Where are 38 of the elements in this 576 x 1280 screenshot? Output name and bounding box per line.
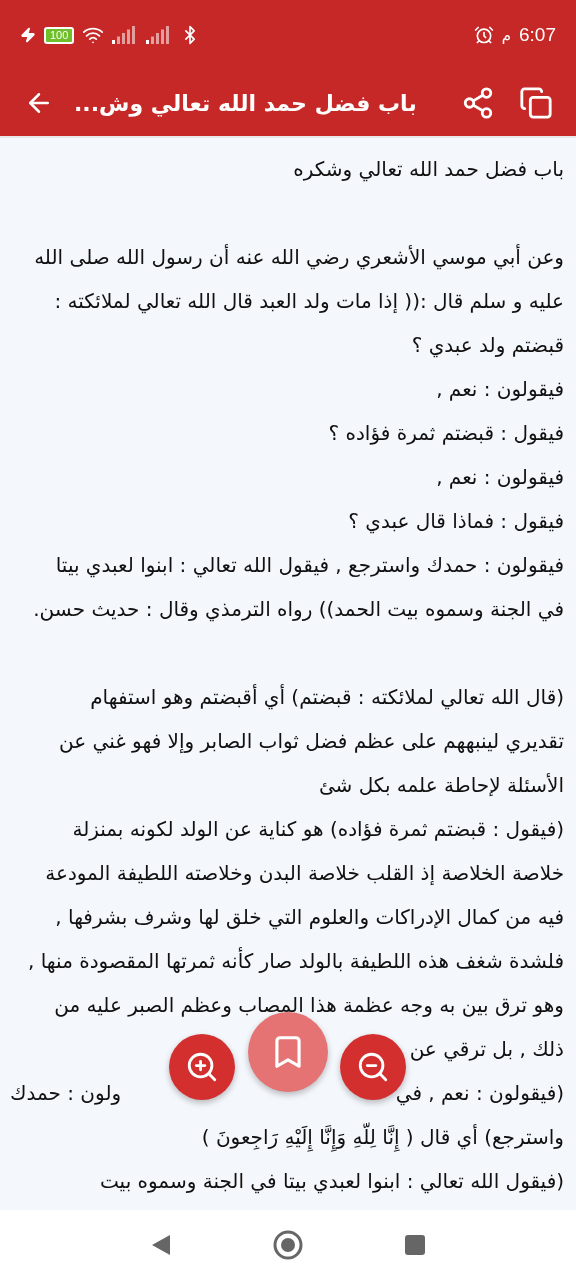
- text-line: فيقولون : نعم ,: [436, 465, 564, 489]
- text-line: فيه من كمال الإدراكات والعلوم التي خلق لها وشرف بشرفها ,: [55, 905, 564, 929]
- copy-icon: [518, 86, 553, 120]
- zoom-out-icon: [356, 1050, 390, 1084]
- text-line: فيقول : قبضتم ثمرة فؤاده ؟: [328, 421, 564, 445]
- text-line: باب فضل حمد الله تعالي وشكره: [293, 157, 564, 181]
- text-line: فيقولون : نعم ,: [436, 377, 564, 401]
- text-line: وعن أبي موسي الأشعري رضي الله عنه أن رسول الله صلى الله: [34, 245, 564, 269]
- zoom-in-icon: [185, 1050, 219, 1084]
- square-icon: [404, 1234, 426, 1256]
- clock-time: 6:07: [519, 24, 556, 46]
- text-line: فلشدة شغف هذه اللطيفة بالولد صار كأنه ثمرتها المقصودة منها ,: [28, 949, 564, 973]
- text-line: عليه و سلم قال :(( إذا مات ولد العبد قال الله تعالي لملائكته :: [54, 289, 564, 313]
- text-line: قبضتم ولد عبدي ؟: [411, 333, 564, 357]
- text-line: تقديري لينبههم على عظم فضل ثواب الصابر وإلا فهو غني عن: [59, 729, 564, 753]
- text-line: فيقول : فماذا قال عبدي ؟: [348, 509, 564, 533]
- text-line: (قال الله تعالي لملائكته : قبضتم) أي أقبضتم وهو استفهام: [90, 685, 564, 709]
- charging-icon: [20, 27, 36, 43]
- text-line: ذلك , بل ترقي عن: [409, 1037, 564, 1061]
- text-line: (فيقول : قبضتم ثمرة فؤاده) هو كناية عن الولد لكونه بمنزلة: [72, 817, 564, 841]
- alarm-icon: [473, 25, 494, 45]
- back-nav-button[interactable]: [150, 1233, 172, 1257]
- text-line: (فيقول الله تعالي : ابنوا لعبدي بيتا في الجنة وسموه بيت: [99, 1169, 564, 1193]
- text-line: وهو ترق بين به وجه عظمة هذا المصاب وعظم الصبر عليه من: [54, 993, 564, 1017]
- text-line: (فيقولون : نعم , في: [395, 1081, 564, 1105]
- page-title: باب فضل حمد الله تعالي وش...: [74, 90, 417, 116]
- text-line: في الجنة وسموه بيت الحمد)) رواه الترمذي وقال : حديث حسن.: [33, 597, 564, 621]
- recents-nav-button[interactable]: [404, 1234, 426, 1256]
- battery-level: 100: [44, 26, 75, 44]
- text-line: خلاصة الخلاصة إذ القلب خلاصة البدن وخلاصته اللطيفة المودعة: [45, 861, 564, 885]
- back-triangle-icon: [150, 1233, 172, 1257]
- zoom-in-button[interactable]: [169, 1034, 235, 1100]
- home-nav-button[interactable]: [272, 1229, 304, 1261]
- time-period: م: [501, 26, 511, 44]
- text-line: ولون : حمدك: [10, 1081, 122, 1105]
- home-circle-icon: [272, 1229, 304, 1261]
- text-line: الأسئلة لإحاطة علمه بكل شئ: [318, 773, 564, 797]
- text-line: فيقولون : حمدك واسترجع , فيقول الله تعالي : ابنوا لعبدي بيتا: [55, 553, 564, 577]
